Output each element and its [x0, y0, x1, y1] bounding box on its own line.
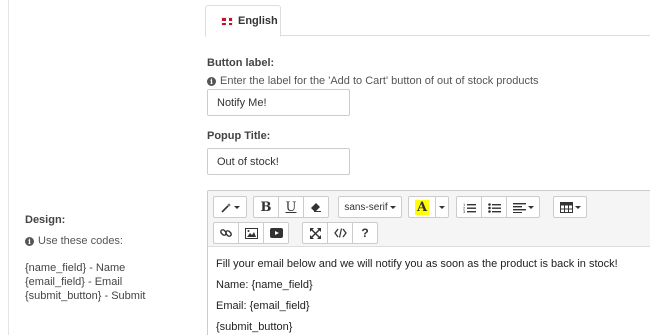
bold-button[interactable]: B — [253, 196, 279, 218]
picture-button[interactable] — [238, 222, 264, 244]
language-tabs: English — [205, 0, 650, 37]
help-button[interactable]: ? — [352, 222, 378, 244]
video-button[interactable] — [263, 222, 289, 244]
info-icon: i — [207, 76, 216, 86]
font-color-icon: A — [414, 199, 430, 215]
link-icon — [220, 229, 232, 237]
ordered-list-icon: 123 — [463, 202, 476, 213]
magic-wand-icon — [220, 202, 231, 213]
button-label-help-text: Enter the label for the 'Add to Cart' bu… — [220, 75, 539, 87]
underline-button[interactable]: U — [278, 196, 304, 218]
table-icon — [559, 201, 573, 213]
design-help-text: Use these codes: — [38, 235, 123, 247]
code-name-field: {name_field} - Name — [25, 262, 126, 274]
eraser-icon — [311, 203, 321, 212]
clear-format-button[interactable] — [303, 196, 329, 218]
info-icon: i — [25, 236, 34, 246]
uk-flag-icon — [221, 16, 233, 26]
bold-icon: B — [260, 199, 272, 215]
font-family-dropdown[interactable]: sans-serif — [338, 196, 402, 218]
style-dropdown-button[interactable] — [213, 196, 247, 218]
design-help: i Use these codes: — [25, 235, 123, 247]
paragraph-align-dropdown[interactable] — [506, 196, 540, 218]
button-label-input[interactable] — [207, 89, 350, 116]
design-title: Design: — [25, 214, 66, 226]
editor-toolbar: B U sans-serif A 123 ? — [208, 191, 650, 247]
button-label-help: i Enter the label for the 'Add to Cart' … — [207, 75, 539, 87]
content-line: Fill your email below and we will notify… — [216, 258, 618, 270]
tab-label: English — [238, 15, 278, 27]
link-button[interactable] — [213, 222, 239, 244]
code-submit-button: {submit_button} - Submit — [25, 290, 146, 302]
ordered-list-button[interactable]: 123 — [456, 196, 482, 218]
question-icon: ? — [361, 226, 369, 240]
video-icon — [269, 228, 283, 238]
fullscreen-button[interactable] — [302, 222, 328, 244]
code-view-icon — [333, 228, 347, 238]
unordered-list-icon — [487, 202, 501, 213]
content-line: {submit_button} — [216, 321, 293, 333]
font-color-dropdown[interactable] — [435, 196, 449, 218]
tab-english[interactable]: English — [205, 5, 281, 37]
code-view-button[interactable] — [327, 222, 353, 244]
sidebar-divider — [8, 0, 9, 335]
code-email-field: {email_field} - Email — [25, 276, 123, 288]
font-color-button[interactable]: A — [408, 196, 436, 218]
rich-text-editor: B U sans-serif A 123 ? Fill your email b… — [207, 190, 650, 335]
align-left-icon — [512, 202, 526, 213]
button-label-title: Button label: — [207, 57, 275, 69]
editor-content[interactable]: Fill your email below and we will notify… — [216, 257, 618, 335]
content-line: Email: {email_field} — [216, 300, 310, 312]
content-line: Name: {name_field} — [216, 279, 313, 291]
underline-icon: U — [285, 199, 297, 215]
picture-icon — [244, 227, 258, 239]
popup-title-input[interactable] — [207, 148, 350, 175]
table-dropdown-button[interactable] — [553, 196, 587, 218]
popup-title-title: Popup Title: — [207, 130, 271, 142]
fullscreen-icon — [309, 227, 321, 239]
unordered-list-button[interactable] — [481, 196, 507, 218]
svg-text:3: 3 — [463, 209, 466, 213]
font-family-value: sans-serif — [344, 201, 388, 213]
